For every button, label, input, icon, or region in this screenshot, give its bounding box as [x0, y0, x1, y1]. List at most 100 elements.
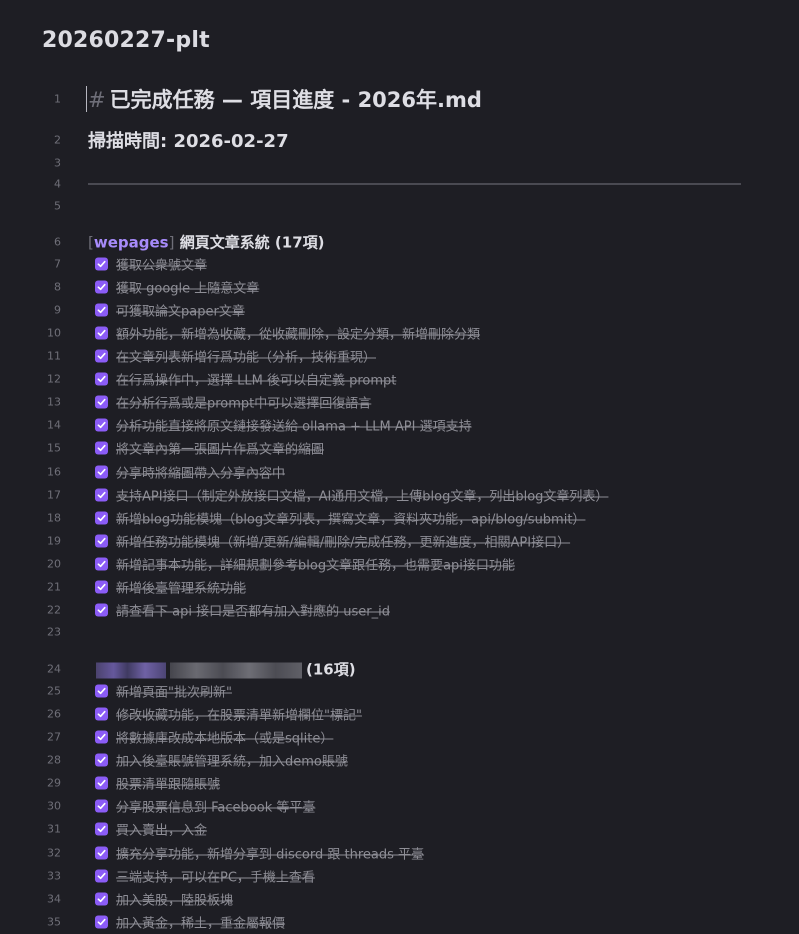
editor-line[interactable]: 1 # 已完成任務 — 項目進度 - 2026年.md: [0, 86, 799, 112]
editor-line[interactable]: 29 股票清單跟隨賬號: [0, 772, 799, 794]
line-number: 25: [47, 684, 61, 698]
check-icon: [97, 491, 106, 499]
editor-line[interactable]: 34 加入美股，陸股板塊: [0, 888, 799, 910]
editor-line[interactable]: 31 買入賣出，入金: [0, 818, 799, 840]
line-number: 28: [47, 753, 61, 767]
task-checkbox-checked[interactable]: [95, 557, 108, 571]
task-item: 新增記事本功能，詳細規劃參考blog文章跟任務，也需要api接口功能: [95, 555, 515, 574]
task-checkbox-checked[interactable]: [95, 580, 108, 594]
task-checkbox-checked[interactable]: [95, 753, 108, 767]
editor-line[interactable]: 26 修改收藏功能，在股票清單新增欄位"標記": [0, 703, 799, 725]
task-text: 買入賣出，入金: [116, 823, 208, 839]
task-text: 新增記事本功能，詳細規劃參考blog文章跟任務，也需要api接口功能: [116, 558, 515, 574]
line-number: 8: [54, 280, 61, 294]
editor-line[interactable]: 16 分享時將縮圖帶入分享內容中: [0, 461, 799, 483]
task-checkbox-checked[interactable]: [95, 707, 108, 721]
file-title[interactable]: 20260227-plt: [42, 28, 210, 53]
task-checkbox-checked[interactable]: [95, 915, 108, 929]
task-item: 請查看下 api 接口是否都有加入對應的 user_id: [95, 601, 390, 620]
editor-line[interactable]: 6 [wepages] 網頁文章系統 (17項): [0, 231, 799, 253]
editor-line[interactable]: 32 擴充分享功能，新增分享到 discord 跟 threads 平臺: [0, 842, 799, 864]
task-text: 新增任務功能模塊（新增/更新/編輯/刪除/完成任務，更新進度，相關API接口）: [116, 535, 571, 551]
task-checkbox-checked[interactable]: [95, 465, 108, 479]
line-number: 21: [47, 580, 61, 594]
task-checkbox-checked[interactable]: [95, 846, 108, 860]
editor-line[interactable]: 14 分析功能直接將原文鏈接發送給 ollama + LLM API 選項支持: [0, 414, 799, 436]
task-text: 股票清單跟隨賬號: [116, 777, 221, 793]
task-checkbox-checked[interactable]: [95, 869, 108, 883]
editor-line[interactable]: 25 新增頁面"批次刷新": [0, 680, 799, 702]
editor-line[interactable]: 12 在行爲操作中，選擇 LLM 後可以自定義 prompt: [0, 368, 799, 390]
editor-line[interactable]: 3: [0, 152, 799, 174]
task-checkbox-checked[interactable]: [95, 326, 108, 340]
task-checkbox-checked[interactable]: [95, 603, 108, 617]
editor-line[interactable]: 9 可獲取論文paper文章: [0, 299, 799, 321]
editor-line[interactable]: 35 加入黃金，稀土，重金屬報價: [0, 911, 799, 933]
task-checkbox-checked[interactable]: [95, 684, 108, 698]
task-text: 新增後臺管理系統功能: [116, 581, 247, 597]
editor-line[interactable]: 19 新增任務功能模塊（新增/更新/編輯/刪除/完成任務，更新進度，相關API接口…: [0, 530, 799, 552]
editor-line[interactable]: 17 支持API接口（制定外放接口文檔，AI通用文檔，上傳blog文章，列出blo…: [0, 484, 799, 506]
task-checkbox-checked[interactable]: [95, 776, 108, 790]
task-item: 加入美股，陸股板塊: [95, 890, 233, 909]
line-number: 22: [47, 603, 61, 617]
task-checkbox-checked[interactable]: [95, 418, 108, 432]
task-checkbox-checked[interactable]: [95, 488, 108, 502]
task-checkbox-checked[interactable]: [95, 822, 108, 836]
editor-line[interactable]: 4: [0, 173, 799, 195]
editor-line[interactable]: 8 獲取 google 上隨意文章: [0, 276, 799, 298]
line-number: 35: [47, 915, 61, 929]
task-checkbox-checked[interactable]: [95, 257, 108, 271]
task-checkbox-checked[interactable]: [95, 395, 108, 409]
task-text: 請查看下 api 接口是否都有加入對應的 user_id: [116, 604, 390, 620]
check-icon: [97, 872, 106, 880]
task-checkbox-checked[interactable]: [95, 511, 108, 525]
task-item: 擴充分享功能，新增分享到 discord 跟 threads 平臺: [95, 844, 424, 863]
task-text: 將數據庫改成本地版本（或是sqlite）: [116, 731, 334, 747]
editor-line[interactable]: 24 (16項): [0, 658, 799, 680]
editor-line[interactable]: 15 將文章內第一張圖片作爲文章的縮圖: [0, 437, 799, 459]
task-text: 分析功能直接將原文鏈接發送給 ollama + LLM API 選項支持: [116, 419, 472, 435]
editor-line[interactable]: 5: [0, 195, 799, 217]
task-checkbox-checked[interactable]: [95, 280, 108, 294]
task-checkbox-checked[interactable]: [95, 799, 108, 813]
task-text: 加入後臺賬號管理系統，加入demo賬號: [116, 754, 348, 770]
redacted-tag-blur: [96, 662, 166, 678]
line-number: 19: [47, 534, 61, 548]
editor-line[interactable]: 11 在文章列表新增行爲功能（分析，技術重現）: [0, 345, 799, 367]
task-checkbox-checked[interactable]: [95, 892, 108, 906]
editor-line[interactable]: 23: [0, 621, 799, 643]
editor-line[interactable]: 22 請查看下 api 接口是否都有加入對應的 user_id: [0, 599, 799, 621]
editor-line[interactable]: 2 掃描時間: 2026-02-27: [0, 129, 799, 152]
editor-line[interactable]: 20 新增記事本功能，詳細規劃參考blog文章跟任務，也需要api接口功能: [0, 553, 799, 575]
wepages-tag-link[interactable]: wepages: [94, 234, 169, 252]
task-checkbox-checked[interactable]: [95, 730, 108, 744]
editor-line[interactable]: 28 加入後臺賬號管理系統，加入demo賬號: [0, 749, 799, 771]
editor-line[interactable]: 30 分享股票信息到 Facebook 等平臺: [0, 795, 799, 817]
task-item: 股票清單跟隨賬號: [95, 774, 220, 793]
check-icon: [97, 329, 106, 337]
task-checkbox-checked[interactable]: [95, 534, 108, 548]
task-checkbox-checked[interactable]: [95, 441, 108, 455]
task-text: 加入美股，陸股板塊: [116, 893, 234, 909]
editor-line[interactable]: 27 將數據庫改成本地版本（或是sqlite）: [0, 726, 799, 748]
task-item: 在行爲操作中，選擇 LLM 後可以自定義 prompt: [95, 370, 396, 389]
editor-line[interactable]: 13 在分析行爲或是prompt中可以選擇回復語言: [0, 391, 799, 413]
editor-line[interactable]: 18 新增blog功能模塊（blog文章列表，撰寫文章，資料夾功能，api/blo…: [0, 507, 799, 529]
bracket-close: ]: [168, 233, 175, 252]
task-checkbox-checked[interactable]: [95, 303, 108, 317]
task-item: 新增後臺管理系統功能: [95, 578, 246, 597]
check-icon: [97, 560, 106, 568]
editor-line[interactable]: 33 三端支持，可以在PC，手機上查看: [0, 865, 799, 887]
task-text: 在行爲操作中，選擇 LLM 後可以自定義 prompt: [116, 373, 397, 389]
editor-line[interactable]: 21 新增後臺管理系統功能: [0, 576, 799, 598]
check-icon: [97, 306, 106, 314]
editor-line[interactable]: 10 額外功能，新增為收藏，從收藏刪除，設定分類，新增刪除分類: [0, 322, 799, 344]
task-item: 在文章列表新增行爲功能（分析，技術重現）: [95, 347, 376, 366]
task-checkbox-checked[interactable]: [95, 349, 108, 363]
check-icon: [97, 733, 106, 741]
line-number: 34: [47, 892, 61, 906]
task-checkbox-checked[interactable]: [95, 372, 108, 386]
editor-line[interactable]: 7 獲取公衆號文章: [0, 253, 799, 275]
task-item: 在分析行爲或是prompt中可以選擇回復語言: [95, 393, 371, 412]
